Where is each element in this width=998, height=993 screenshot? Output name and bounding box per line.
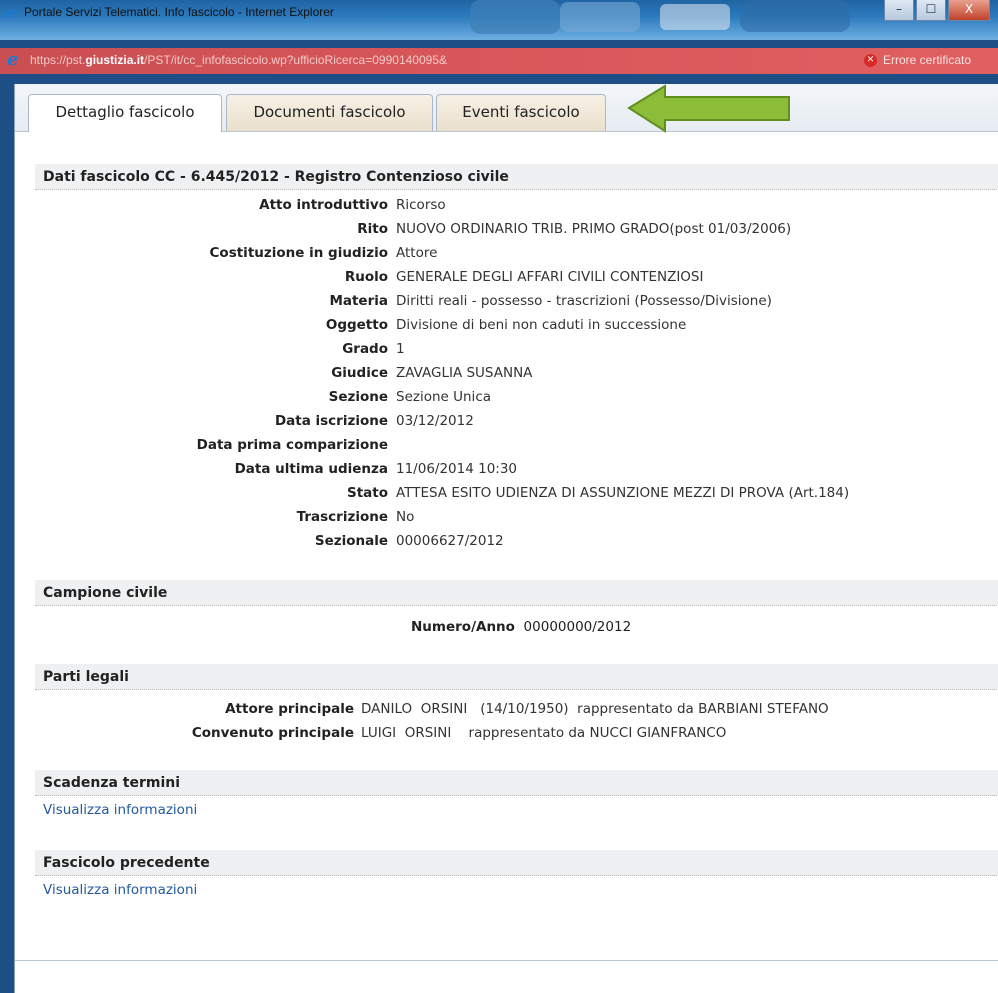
party-label: Attore principale xyxy=(225,701,354,717)
field-label: Data ultima udienza xyxy=(234,461,388,477)
field-label: Giudice xyxy=(331,365,388,381)
field-label: Sezione xyxy=(328,389,388,405)
tab-dettaglio-fascicolo[interactable]: Dettaglio fascicolo xyxy=(28,94,222,132)
divider xyxy=(15,960,998,961)
maximize-button[interactable]: ☐ xyxy=(916,0,946,21)
field-label: Oggetto xyxy=(325,317,388,333)
field-label: Data iscrizione xyxy=(274,413,388,429)
field-row: Trascrizione No xyxy=(35,506,998,528)
field-value: GENERALE DEGLI AFFARI CIVILI CONTENZIOSI xyxy=(396,269,704,285)
tab-strip: Dettaglio fascicolo Documenti fascicolo … xyxy=(15,84,998,133)
error-icon[interactable]: ✕ xyxy=(864,54,877,67)
field-value: ZAVAGLIA SUSANNA xyxy=(396,365,533,381)
address-bar[interactable]: e https://pst.giustizia.it/PST/it/cc_inf… xyxy=(0,48,998,74)
field-value: Divisione di beni non caduti in successi… xyxy=(396,317,687,333)
field-label: Grado xyxy=(342,341,388,357)
field-row: Rito NUOVO ORDINARIO TRIB. PRIMO GRADO(p… xyxy=(35,218,998,240)
section-scadenza-termini: Scadenza termini xyxy=(35,770,998,796)
tab-eventi-fascicolo[interactable]: Eventi fascicolo xyxy=(436,94,606,131)
field-row: Sezionale 00006627/2012 xyxy=(35,530,998,552)
field-label: Materia xyxy=(329,293,388,309)
field-row: Sezione Sezione Unica xyxy=(35,386,998,408)
section-dati-fascicolo: Dati fascicolo CC - 6.445/2012 - Registr… xyxy=(35,164,998,190)
field-row: Data ultima udienza 11/06/2014 10:30 xyxy=(35,458,998,480)
field-row: Oggetto Divisione di beni non caduti in … xyxy=(35,314,998,336)
field-value: 1 xyxy=(396,341,405,357)
field-label: Ruolo xyxy=(344,269,388,285)
campione-numero-anno: Numero/Anno 00000000/2012 xyxy=(411,616,631,638)
field-label: Trascrizione xyxy=(296,509,388,525)
window-title: Portale Servizi Telematici. Info fascico… xyxy=(24,5,334,19)
field-row: Materia Diritti reali - possesso - trasc… xyxy=(35,290,998,312)
field-value: 00000000/2012 xyxy=(523,619,632,635)
page-content: Dettaglio fascicolo Documenti fascicolo … xyxy=(14,84,998,993)
internet-explorer-icon: e xyxy=(7,49,19,70)
field-row: Stato ATTESA ESITO UDIENZA DI ASSUNZIONE… xyxy=(35,482,998,504)
party-row: Convenuto principale LUIGI ORSINI rappre… xyxy=(35,722,998,744)
field-value: Attore xyxy=(396,245,438,261)
field-label: Data prima comparizione xyxy=(196,437,388,453)
desktop-background xyxy=(660,4,730,30)
window-controls: – ☐ X xyxy=(884,0,990,24)
field-label: Rito xyxy=(357,221,388,237)
field-row: Grado 1 xyxy=(35,338,998,360)
party-value: LUIGI ORSINI rappresentato da NUCCI GIAN… xyxy=(361,725,727,741)
cert-error-label[interactable]: Errore certificato xyxy=(883,53,971,67)
party-label: Convenuto principale xyxy=(191,725,354,741)
fascicolo-precedente-link[interactable]: Visualizza informazioni xyxy=(43,882,197,898)
internet-explorer-icon: e xyxy=(5,3,16,23)
field-row: Data prima comparizione xyxy=(35,434,998,456)
party-value: DANILO ORSINI (14/10/1950) rappresentato… xyxy=(361,701,829,717)
field-value: No xyxy=(396,509,415,525)
field-value: Diritti reali - possesso - trascrizioni … xyxy=(396,293,772,309)
field-value: Sezione Unica xyxy=(396,389,492,405)
field-label: Sezionale xyxy=(314,533,388,549)
desktop-background xyxy=(740,0,850,32)
green-arrow-icon xyxy=(627,84,790,133)
field-label: Costituzione in giudizio xyxy=(209,245,388,261)
field-row: Costituzione in giudizio Attore xyxy=(35,242,998,264)
field-label: Numero/Anno xyxy=(411,619,515,635)
tab-documenti-fascicolo[interactable]: Documenti fascicolo xyxy=(226,94,433,131)
field-row: Atto introduttivo Ricorso xyxy=(35,194,998,216)
field-value: Ricorso xyxy=(396,197,446,213)
desktop-background xyxy=(560,2,640,32)
close-button[interactable]: X xyxy=(948,0,990,21)
section-campione-civile: Campione civile xyxy=(35,580,998,606)
field-row: Ruolo GENERALE DEGLI AFFARI CIVILI CONTE… xyxy=(35,266,998,288)
field-row: Giudice ZAVAGLIA SUSANNA xyxy=(35,362,998,384)
field-label: Atto introduttivo xyxy=(259,197,388,213)
field-value: 03/12/2012 xyxy=(396,413,474,429)
party-row: Attore principale DANILO ORSINI (14/10/1… xyxy=(35,698,998,720)
field-value: NUOVO ORDINARIO TRIB. PRIMO GRADO(post 0… xyxy=(396,221,792,237)
section-fascicolo-precedente: Fascicolo precedente xyxy=(35,850,998,876)
field-value: 00006627/2012 xyxy=(396,533,504,549)
section-parti-legali: Parti legali xyxy=(35,664,998,690)
desktop-background xyxy=(470,0,560,34)
field-row: Data iscrizione 03/12/2012 xyxy=(35,410,998,432)
window-titlebar: e Portale Servizi Telematici. Info fasci… xyxy=(0,0,998,40)
address-url[interactable]: https://pst.giustizia.it/PST/it/cc_infof… xyxy=(30,53,447,67)
field-value: ATTESA ESITO UDIENZA DI ASSUNZIONE MEZZI… xyxy=(396,485,850,501)
minimize-button[interactable]: – xyxy=(884,0,914,21)
field-label: Stato xyxy=(346,485,388,501)
scadenza-termini-link[interactable]: Visualizza informazioni xyxy=(43,802,197,818)
field-value: 11/06/2014 10:30 xyxy=(396,461,518,477)
